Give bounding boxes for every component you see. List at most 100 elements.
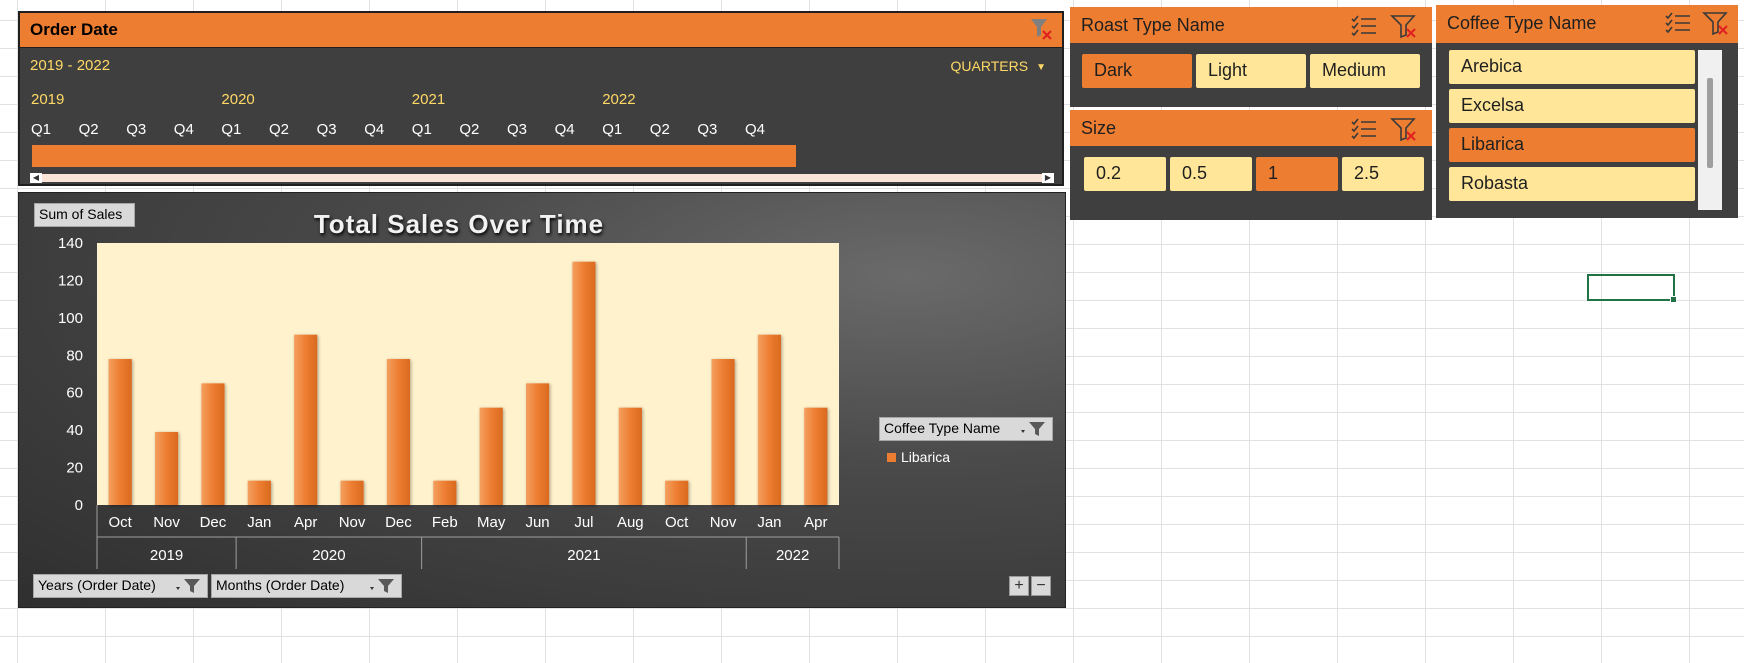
timeline-quarter[interactable]: Q2 xyxy=(459,121,479,138)
size-item[interactable]: 0.2 xyxy=(1084,157,1166,191)
x-tick-label: Apr xyxy=(294,514,317,531)
multi-select-icon[interactable] xyxy=(1350,13,1378,39)
filter-dropdown-icon[interactable] xyxy=(174,578,202,594)
chart-title: Total Sales Over Time xyxy=(313,209,605,239)
scroll-left-icon[interactable]: ◀ xyxy=(30,173,42,183)
filter-dropdown-icon[interactable] xyxy=(368,578,396,594)
size-item[interactable]: 2.5 xyxy=(1342,157,1424,191)
legend-field-label: Coffee Type Name xyxy=(884,420,1001,436)
coffee-type-slicer[interactable]: Coffee Type Name Arebica Excelsa Libarica R… xyxy=(1436,5,1738,218)
years-field-label: Years (Order Date) xyxy=(38,577,156,593)
bar xyxy=(433,480,457,505)
order-date-timeline[interactable]: Order Date 2019 - 2022 QUARTERS ▼ 2019 202… xyxy=(18,11,1064,186)
x-tick-label: Dec xyxy=(385,514,412,531)
bar xyxy=(711,359,735,505)
slicer-title: Coffee Type Name xyxy=(1447,13,1597,33)
x-tick-label: Jul xyxy=(574,514,593,531)
timeline-quarter[interactable]: Q2 xyxy=(269,121,289,138)
timeline-quarter[interactable]: Q4 xyxy=(745,121,765,138)
timeline-quarter[interactable]: Q3 xyxy=(317,121,337,138)
timeline-year-label: 2020 xyxy=(221,91,255,108)
legend-field-button[interactable]: Coffee Type Name xyxy=(879,417,1053,441)
timeline-quarter[interactable]: Q1 xyxy=(221,121,241,138)
x-tick-label: Dec xyxy=(200,514,227,531)
timeline-quarter[interactable]: Q1 xyxy=(31,121,51,138)
timeline-quarter[interactable]: Q1 xyxy=(602,121,622,138)
coffee-item[interactable]: Excelsa xyxy=(1449,89,1695,123)
active-cell[interactable] xyxy=(1587,274,1677,303)
y-tick-label: 60 xyxy=(66,385,83,402)
clear-filter-icon[interactable] xyxy=(1028,16,1054,42)
coffee-item[interactable]: Libarica xyxy=(1449,128,1695,162)
timeline-quarter[interactable]: Q3 xyxy=(507,121,527,138)
bar xyxy=(294,334,318,505)
bar xyxy=(386,359,411,505)
pivot-chart[interactable]: 0 20 40 60 80 100 120 140 Oct Nov Dec Jan Apr Nov Dec F… xyxy=(18,192,1066,608)
bar xyxy=(525,383,550,505)
roast-item[interactable]: Dark xyxy=(1082,54,1192,88)
timeline-quarter[interactable]: Q2 xyxy=(650,121,670,138)
x-tick-label: Aug xyxy=(617,514,644,531)
x-tick-label: May xyxy=(477,514,506,531)
timeline-quarter[interactable]: Q4 xyxy=(364,121,384,138)
timeline-level-dropdown[interactable]: QUARTERS ▼ xyxy=(951,58,1046,74)
years-field-button[interactable]: Years (Order Date) xyxy=(33,574,208,598)
size-slicer[interactable]: Size 0.2 0.5 1 2.5 xyxy=(1070,110,1432,220)
slicer-header: Size xyxy=(1070,110,1432,146)
multi-select-icon[interactable] xyxy=(1350,116,1378,142)
timeline-quarter[interactable]: Q1 xyxy=(412,121,432,138)
bar xyxy=(108,359,132,505)
filter-dropdown-icon[interactable] xyxy=(1019,421,1047,437)
expand-field-button[interactable]: + xyxy=(1009,576,1029,596)
slicer-item-label: Dark xyxy=(1094,60,1133,80)
months-field-button[interactable]: Months (Order Date) xyxy=(211,574,402,598)
collapse-field-button[interactable]: − xyxy=(1031,576,1051,596)
y-tick-label: 20 xyxy=(66,460,83,477)
bar xyxy=(757,334,782,505)
roast-item[interactable]: Light xyxy=(1196,54,1306,88)
x-tick-label: Oct xyxy=(665,514,689,531)
y-tick-label: 100 xyxy=(58,310,83,327)
timeline-scrollbar[interactable] xyxy=(30,174,1054,182)
timeline-year-label: 2021 xyxy=(411,91,446,108)
roast-type-slicer[interactable]: Roast Type Name Dark Light Medium xyxy=(1070,7,1432,107)
clear-filter-icon[interactable] xyxy=(1702,10,1730,36)
y-tick-label: 0 xyxy=(75,497,83,514)
size-item[interactable]: 0.5 xyxy=(1170,157,1252,191)
timeline-quarter[interactable]: Q4 xyxy=(174,121,194,138)
slicer-item-label: 0.2 xyxy=(1096,163,1122,183)
roast-item[interactable]: Medium xyxy=(1310,54,1420,88)
timeline-date-range: 2019 - 2022 xyxy=(30,57,111,74)
timeline-quarter[interactable]: Q3 xyxy=(697,121,717,138)
bar xyxy=(665,480,689,505)
y-tick-label: 40 xyxy=(66,422,83,439)
timeline-quarter[interactable]: Q4 xyxy=(555,121,575,138)
timeline-year-label: 2022 xyxy=(602,91,636,108)
slicer-item-label: Robasta xyxy=(1461,173,1529,193)
bar xyxy=(201,383,225,505)
slicer-item-label: Libarica xyxy=(1461,134,1525,154)
bar xyxy=(154,432,179,505)
timeline-quarter[interactable]: Q2 xyxy=(79,121,99,138)
x-group-label: 2022 xyxy=(776,547,809,564)
slicer-scrollbar[interactable] xyxy=(1698,50,1722,210)
scrollbar-thumb[interactable] xyxy=(1707,78,1713,168)
x-tick-label: Jun xyxy=(525,514,549,531)
clear-filter-icon[interactable] xyxy=(1390,13,1418,39)
bar xyxy=(479,407,503,505)
coffee-item[interactable]: Robasta xyxy=(1449,167,1695,201)
coffee-item[interactable]: Arebica xyxy=(1449,50,1695,84)
timeline-selection-bar[interactable] xyxy=(32,145,796,167)
slicer-item-label: 2.5 xyxy=(1354,163,1380,183)
bar xyxy=(804,407,828,505)
size-item[interactable]: 1 xyxy=(1256,157,1338,191)
timeline-quarter[interactable]: Q3 xyxy=(126,121,146,138)
timeline-year-label: 2019 xyxy=(31,91,65,108)
slicer-item-label: Arebica xyxy=(1461,56,1523,76)
timeline-level-label: QUARTERS xyxy=(950,58,1029,74)
multi-select-icon[interactable] xyxy=(1664,10,1692,36)
clear-filter-icon[interactable] xyxy=(1390,116,1418,142)
slicer-header: Roast Type Name xyxy=(1070,7,1432,43)
scroll-right-icon[interactable]: ▶ xyxy=(1042,173,1054,183)
bar xyxy=(618,407,642,505)
